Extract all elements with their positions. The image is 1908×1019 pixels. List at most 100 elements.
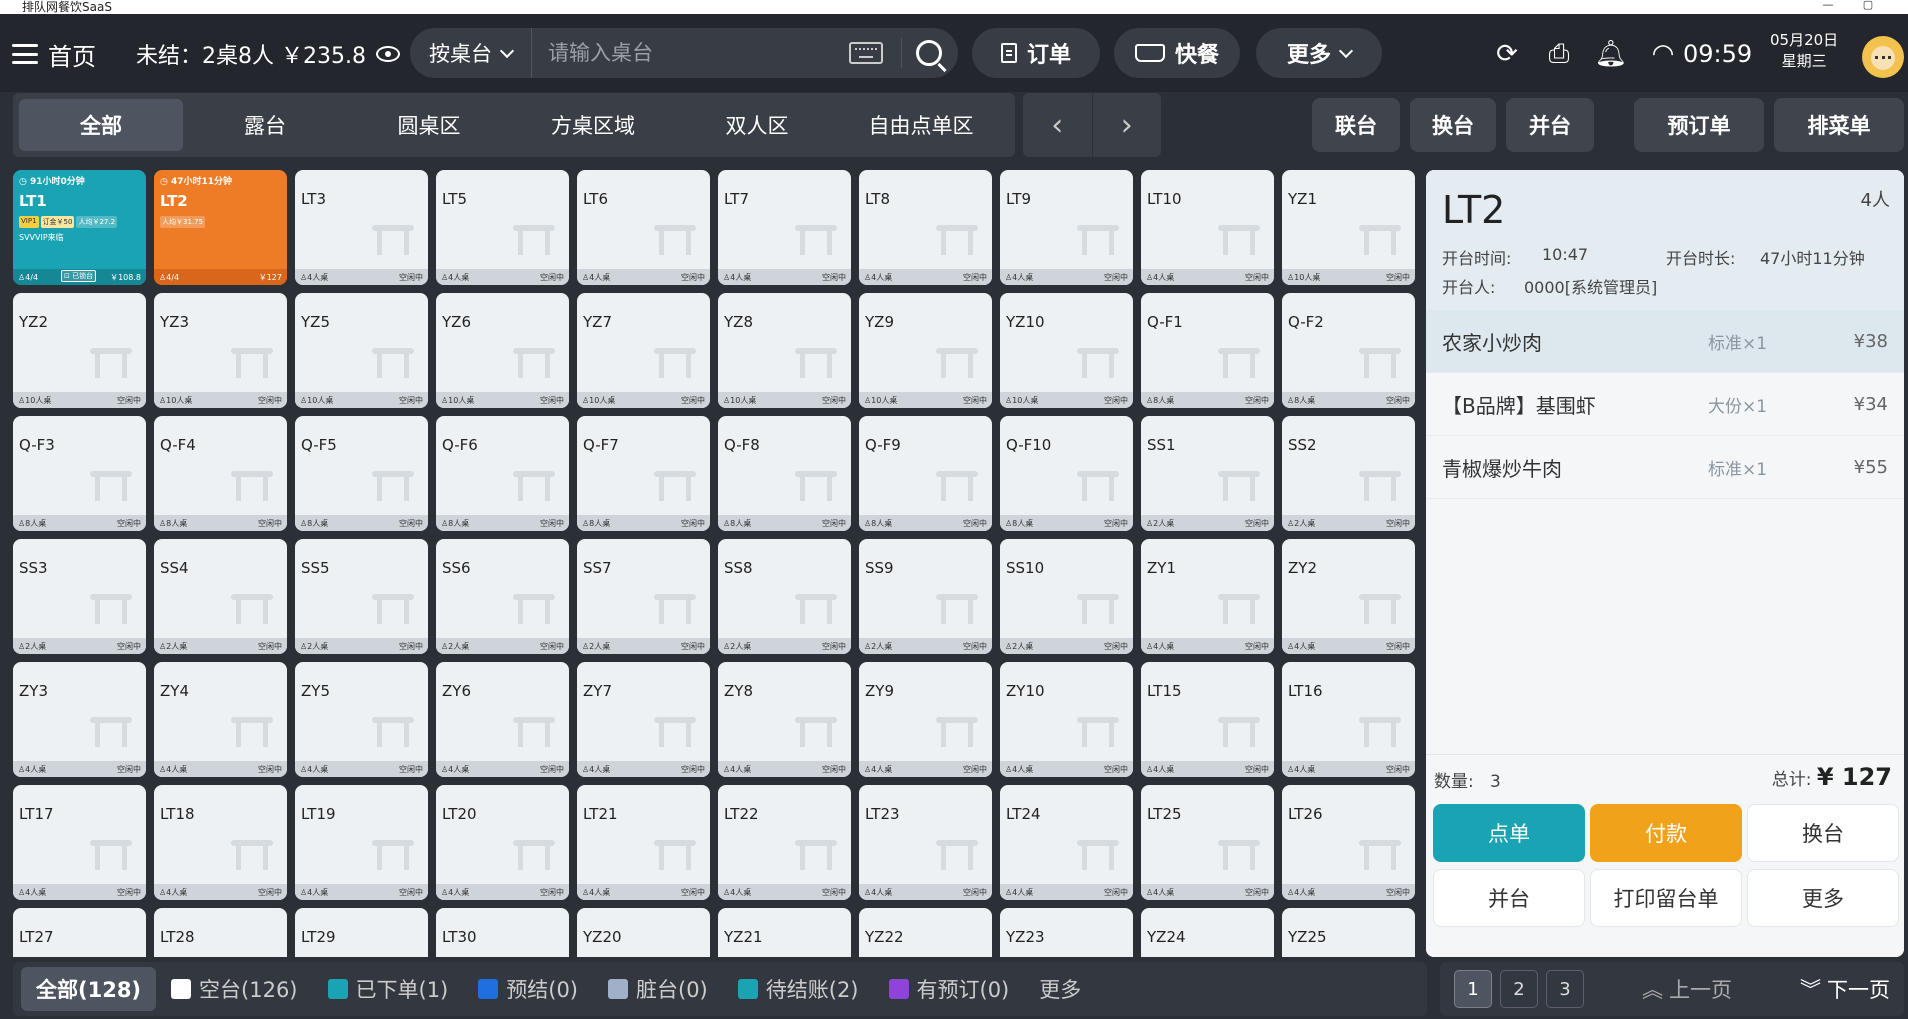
page-button[interactable]: 2	[1500, 970, 1538, 1008]
table-card[interactable]: LT15 ♙4人桌 空闲中	[1141, 662, 1274, 777]
table-card[interactable]: SS6 ♙2人桌 空闲中	[436, 539, 569, 654]
table-card[interactable]: YZ22♙10人桌空闲中	[859, 908, 992, 957]
swap-table-button[interactable]: 换台	[1410, 98, 1496, 152]
chevron-right-icon[interactable]: ›	[1093, 93, 1162, 157]
table-card[interactable]: SS2 ♙2人桌 空闲中	[1282, 416, 1415, 531]
join-table-button[interactable]: 并台	[1506, 98, 1594, 152]
table-card[interactable]: ZY2 ♙4人桌 空闲中	[1282, 539, 1415, 654]
fast-food-button[interactable]: 快餐	[1114, 28, 1240, 78]
eye-icon[interactable]	[375, 46, 400, 62]
minimize-icon[interactable]: —	[1808, 0, 1848, 14]
table-card[interactable]: LT27♙4人桌空闲中	[13, 908, 146, 957]
more-menu-button[interactable]: 更多	[1256, 28, 1382, 78]
table-card[interactable]: LT22 ♙4人桌 空闲中	[718, 785, 851, 900]
table-card[interactable]: LT16 ♙4人桌 空闲中	[1282, 662, 1415, 777]
table-card[interactable]: Q-F6 ♙8人桌 空闲中	[436, 416, 569, 531]
area-tab-square[interactable]: 方桌区域	[511, 99, 675, 151]
dish-queue-button[interactable]: 排菜单	[1774, 98, 1904, 152]
table-card[interactable]: Q-F10 ♙8人桌 空闲中	[1000, 416, 1133, 531]
table-card[interactable]: YZ2 ♙10人桌 空闲中	[13, 293, 146, 408]
table-card[interactable]: LT24 ♙4人桌 空闲中	[1000, 785, 1133, 900]
table-card[interactable]: Q-F1 ♙8人桌 空闲中	[1141, 293, 1274, 408]
search-input[interactable]	[532, 28, 849, 78]
table-card[interactable]: YZ7 ♙10人桌 空闲中	[577, 293, 710, 408]
print-hold-button[interactable]: 打印留台单	[1590, 869, 1742, 927]
keyboard-icon[interactable]	[849, 42, 883, 64]
status-filter[interactable]: 空台(126)	[156, 967, 312, 1011]
table-card[interactable]: ZY4 ♙4人桌 空闲中	[154, 662, 287, 777]
page-button[interactable]: 3	[1546, 970, 1584, 1008]
table-card[interactable]: ◷ 47小时11分钟 LT2 人均￥31.75 ♙4/4 ￥127	[154, 170, 287, 285]
table-card[interactable]: ZY9 ♙4人桌 空闲中	[859, 662, 992, 777]
pay-button[interactable]: 付款	[1590, 804, 1742, 862]
status-filter[interactable]: 更多	[1024, 967, 1096, 1011]
status-filter[interactable]: 已下单(1)	[313, 967, 464, 1011]
table-card[interactable]: ZY3 ♙4人桌 空闲中	[13, 662, 146, 777]
table-card[interactable]: YZ10 ♙10人桌 空闲中	[1000, 293, 1133, 408]
search-icon[interactable]	[916, 40, 942, 66]
table-card[interactable]: LT28♙4人桌空闲中	[154, 908, 287, 957]
table-card[interactable]: Q-F8 ♙8人桌 空闲中	[718, 416, 851, 531]
status-filter[interactable]: 全部(128)	[21, 967, 157, 1011]
page-button[interactable]: 1	[1454, 970, 1492, 1008]
orders-button[interactable]: 订单	[972, 28, 1100, 78]
table-card[interactable]: YZ25♙10人桌空闲中	[1282, 908, 1415, 957]
area-tab-free[interactable]: 自由点单区	[839, 99, 1003, 151]
table-card[interactable]: SS8 ♙2人桌 空闲中	[718, 539, 851, 654]
table-card[interactable]: LT7 ♙4人桌 空闲中	[718, 170, 851, 285]
table-card[interactable]: ZY5 ♙4人桌 空闲中	[295, 662, 428, 777]
table-card[interactable]: YZ23♙10人桌空闲中	[1000, 908, 1133, 957]
bell-icon[interactable]: 🔔︎	[1595, 39, 1628, 69]
area-tab-terrace[interactable]: 露台	[183, 99, 347, 151]
table-card[interactable]: YZ21♙10人桌空闲中	[718, 908, 851, 957]
status-filter[interactable]: 预结(0)	[463, 967, 593, 1011]
order-item[interactable]: 农家小炒肉 标准×1 ¥38	[1426, 310, 1904, 373]
table-card[interactable]: SS5 ♙2人桌 空闲中	[295, 539, 428, 654]
table-card[interactable]: ZY1 ♙4人桌 空闲中	[1141, 539, 1274, 654]
status-filter[interactable]: 脏台(0)	[593, 967, 723, 1011]
area-tab-round[interactable]: 圆桌区	[347, 99, 511, 151]
table-card[interactable]: LT21 ♙4人桌 空闲中	[577, 785, 710, 900]
table-card[interactable]: ZY8 ♙4人桌 空闲中	[718, 662, 851, 777]
chevron-left-icon[interactable]: ‹	[1023, 93, 1093, 157]
table-card[interactable]: ZY10 ♙4人桌 空闲中	[1000, 662, 1133, 777]
table-card[interactable]: Q-F4 ♙8人桌 空闲中	[154, 416, 287, 531]
search-mode-select[interactable]: 按桌台	[410, 28, 532, 78]
status-filter[interactable]: 待结账(2)	[723, 967, 874, 1011]
join-button[interactable]: 并台	[1433, 869, 1585, 927]
table-card[interactable]: YZ9 ♙10人桌 空闲中	[859, 293, 992, 408]
refresh-icon[interactable]: ⟳	[1492, 39, 1522, 69]
table-card[interactable]: Q-F9 ♙8人桌 空闲中	[859, 416, 992, 531]
table-card[interactable]: LT20 ♙4人桌 空闲中	[436, 785, 569, 900]
table-card[interactable]: Q-F7 ♙8人桌 空闲中	[577, 416, 710, 531]
status-filter[interactable]: 有预订(0)	[874, 967, 1025, 1011]
table-card[interactable]: LT8 ♙4人桌 空闲中	[859, 170, 992, 285]
reservations-button[interactable]: 预订单	[1634, 98, 1764, 152]
maximize-icon[interactable]: ▢	[1848, 0, 1888, 14]
order-item[interactable]: 【B品牌】基围虾 大份×1 ¥34	[1426, 373, 1904, 436]
table-card[interactable]: Q-F2 ♙8人桌 空闲中	[1282, 293, 1415, 408]
table-card[interactable]: LT19 ♙4人桌 空闲中	[295, 785, 428, 900]
table-card[interactable]: Q-F3 ♙8人桌 空闲中	[13, 416, 146, 531]
avatar[interactable]	[1862, 36, 1904, 78]
table-card[interactable]: YZ8 ♙10人桌 空闲中	[718, 293, 851, 408]
table-card[interactable]: LT17 ♙4人桌 空闲中	[13, 785, 146, 900]
table-card[interactable]: YZ1 ♙10人桌 空闲中	[1282, 170, 1415, 285]
table-card[interactable]: LT9 ♙4人桌 空闲中	[1000, 170, 1133, 285]
table-card[interactable]: SS9 ♙2人桌 空闲中	[859, 539, 992, 654]
table-card[interactable]: ZY7 ♙4人桌 空闲中	[577, 662, 710, 777]
table-card[interactable]: LT29♙4人桌空闲中	[295, 908, 428, 957]
prev-page-button[interactable]: ︽ 上一页	[1642, 974, 1732, 1004]
table-card[interactable]: SS1 ♙2人桌 空闲中	[1141, 416, 1274, 531]
table-card[interactable]: LT23 ♙4人桌 空闲中	[859, 785, 992, 900]
printer-icon[interactable]: ⎙	[1544, 39, 1574, 69]
more-actions-button[interactable]: 更多	[1747, 869, 1899, 927]
next-page-button[interactable]: ︾ 下一页	[1800, 974, 1890, 1004]
table-card[interactable]: YZ3 ♙10人桌 空闲中	[154, 293, 287, 408]
table-card[interactable]: LT30♙4人桌空闲中	[436, 908, 569, 957]
table-card[interactable]: LT26 ♙4人桌 空闲中	[1282, 785, 1415, 900]
table-card[interactable]: Q-F5 ♙8人桌 空闲中	[295, 416, 428, 531]
table-card[interactable]: LT10 ♙4人桌 空闲中	[1141, 170, 1274, 285]
order-button[interactable]: 点单	[1433, 804, 1585, 862]
table-card[interactable]: YZ24♙10人桌空闲中	[1141, 908, 1274, 957]
